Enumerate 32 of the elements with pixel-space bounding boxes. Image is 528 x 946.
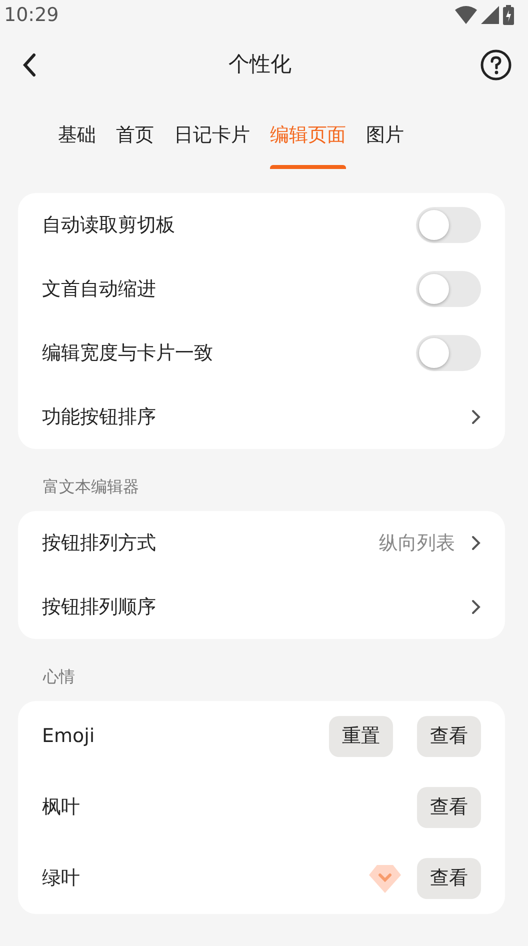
wifi-icon bbox=[455, 6, 477, 24]
action-button[interactable]: 查看 bbox=[417, 787, 481, 828]
setting-value: 纵向列表 bbox=[379, 530, 455, 556]
setting-label: 按钮排列方式 bbox=[42, 530, 157, 556]
setting-label: 绿叶 bbox=[42, 866, 81, 892]
setting-label: 自动读取剪切板 bbox=[42, 212, 176, 238]
help-button[interactable] bbox=[480, 49, 512, 81]
setting-label: 功能按钮排序 bbox=[42, 404, 157, 430]
setting-label: 编辑宽度与卡片一致 bbox=[42, 340, 214, 366]
tab[interactable]: 日记卡片 bbox=[164, 100, 260, 170]
toggle-switch[interactable] bbox=[416, 335, 481, 371]
chevron-icon bbox=[471, 409, 481, 425]
action-button[interactable]: 查看 bbox=[417, 858, 481, 899]
tab[interactable]: 图片 bbox=[356, 100, 414, 170]
section-header: 心情 bbox=[42, 666, 76, 688]
tab[interactable]: 基础 bbox=[48, 100, 106, 170]
toggle-switch[interactable] bbox=[416, 207, 481, 243]
signal-icon bbox=[481, 6, 499, 24]
setting-label: Emoji bbox=[42, 724, 96, 750]
toggle-switch[interactable] bbox=[416, 271, 481, 307]
page-title: 个性化 bbox=[228, 51, 292, 78]
action-button[interactable]: 查看 bbox=[417, 716, 481, 757]
tab[interactable]: 首页 bbox=[106, 100, 164, 170]
battery-icon bbox=[503, 5, 514, 25]
section-header: 富文本编辑器 bbox=[42, 476, 140, 498]
setting-label: 按钮排列顺序 bbox=[42, 594, 157, 620]
setting-label: 枫叶 bbox=[42, 795, 81, 820]
chevron-icon bbox=[471, 535, 481, 551]
status-time: 10:29 bbox=[4, 2, 59, 28]
action-button[interactable]: 重置 bbox=[329, 716, 393, 757]
setting-label: 文首自动缩进 bbox=[42, 276, 157, 302]
chevron-icon bbox=[471, 599, 481, 615]
